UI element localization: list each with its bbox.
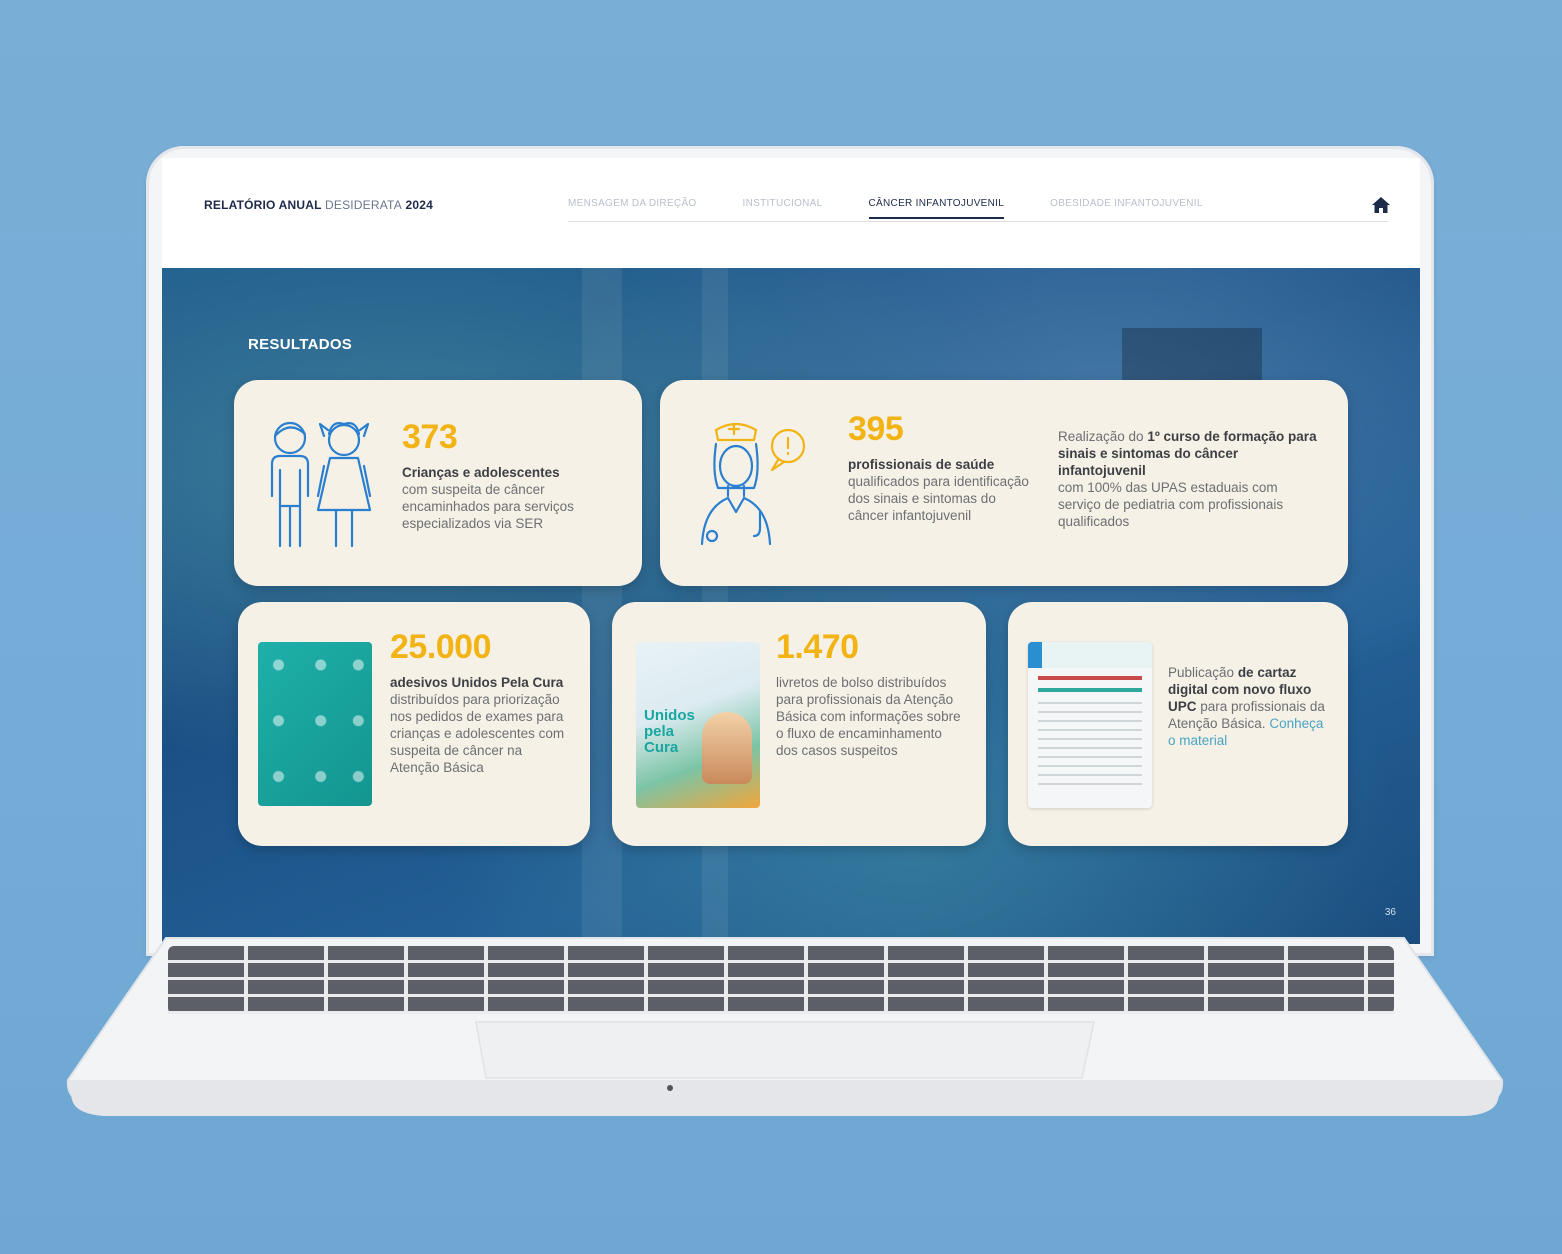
keyboard-rows (168, 946, 1394, 1014)
result-card-1470: Unidos pela Cura 1.470 livretos de bolso… (612, 602, 986, 846)
course-prefix: Realização do (1058, 429, 1144, 444)
stat-bold-label: profissionais de saúde (848, 457, 995, 472)
poster-description: Publicação de cartaz digital com novo fl… (1168, 664, 1334, 749)
main-nav: MENSAGEM DA DIREÇÃO INSTITUCIONAL CÂNCER… (568, 198, 1249, 219)
poster-line (1038, 676, 1142, 680)
nav-item-mensagem[interactable]: MENSAGEM DA DIREÇÃO (568, 198, 697, 219)
report-title-bold: RELATÓRIO ANUAL (204, 198, 322, 212)
stat-text: qualificados para identificação dos sina… (848, 474, 1029, 523)
booklet-cover-text: Unidos pela Cura (644, 707, 695, 756)
report-title-year: 2024 (405, 198, 433, 212)
stat-number: 1.470 (776, 628, 859, 666)
poster-bold-de: de (1237, 665, 1254, 680)
stat-bold-label: Crianças e adolescentes (402, 465, 560, 480)
stat-number: 395 (848, 410, 904, 448)
top-navigation-bar: RELATÓRIO ANUAL DESIDERATA 2024 MENSAGEM… (162, 158, 1420, 268)
stat-text: com suspeita de câncer encaminhados para… (402, 482, 574, 531)
stat-number: 373 (402, 418, 458, 456)
nav-item-institucional[interactable]: INSTITUCIONAL (743, 198, 823, 219)
stat-text: distribuídos para priorização nos pedido… (390, 692, 565, 775)
section-title: RESULTADOS (248, 336, 353, 353)
stat-bold-label: adesivos Unidos Pela Cura (390, 675, 564, 690)
nav-divider (568, 221, 1388, 222)
stat-text: livretos de bolso distribuídos para prof… (776, 675, 961, 758)
report-title-light: DESIDERATA (325, 198, 402, 212)
booklet-thumbnail: Unidos pela Cura (636, 642, 760, 808)
poster-line (1038, 688, 1142, 692)
result-card-25000: 25.000 adesivos Unidos Pela Cura distrib… (238, 602, 590, 846)
stickers-thumbnail (258, 642, 372, 806)
poster-body (1038, 702, 1142, 792)
result-card-cartaz: Publicação de cartaz digital com novo fl… (1008, 602, 1348, 846)
booklet-child-photo (702, 712, 752, 784)
poster-header (1028, 642, 1152, 668)
results-hero: RESULTADOS 373 Crianças e adolescentes c… (162, 268, 1420, 944)
stat-description: adesivos Unidos Pela Cura distribuídos p… (390, 674, 574, 776)
report-title[interactable]: RELATÓRIO ANUAL DESIDERATA 2024 (204, 198, 433, 212)
stat-description: profissionais de saúde qualificados para… (848, 456, 1036, 524)
background-pillar (582, 268, 622, 944)
result-card-373: 373 Crianças e adolescentes com suspeita… (234, 380, 642, 586)
home-icon[interactable] (1370, 194, 1392, 216)
stat-description: livretos de bolso distribuídos para prof… (776, 674, 966, 759)
poster-prefix: Publicação (1168, 665, 1235, 680)
stat-description: Crianças e adolescentes com suspeita de … (402, 464, 622, 532)
stat-number: 25.000 (390, 628, 492, 666)
nav-item-cancer-infantojuvenil[interactable]: CÂNCER INFANTOJUVENIL (868, 198, 1005, 219)
background-window (1122, 328, 1262, 388)
children-icon (270, 421, 372, 548)
laptop-screen: RELATÓRIO ANUAL DESIDERATA 2024 MENSAGEM… (162, 158, 1420, 944)
course-text: com 100% das UPAS estaduais com serviço … (1058, 480, 1284, 529)
nav-item-obesidade[interactable]: OBESIDADE INFANTOJUVENIL (1050, 198, 1203, 219)
course-description: Realização do 1º curso de formação para … (1058, 428, 1322, 530)
poster-thumbnail (1028, 642, 1152, 808)
nurse-icon (700, 422, 806, 546)
result-card-395: 395 profissionais de saúde qualificados … (660, 380, 1348, 586)
page-number: 36 (1384, 907, 1396, 918)
